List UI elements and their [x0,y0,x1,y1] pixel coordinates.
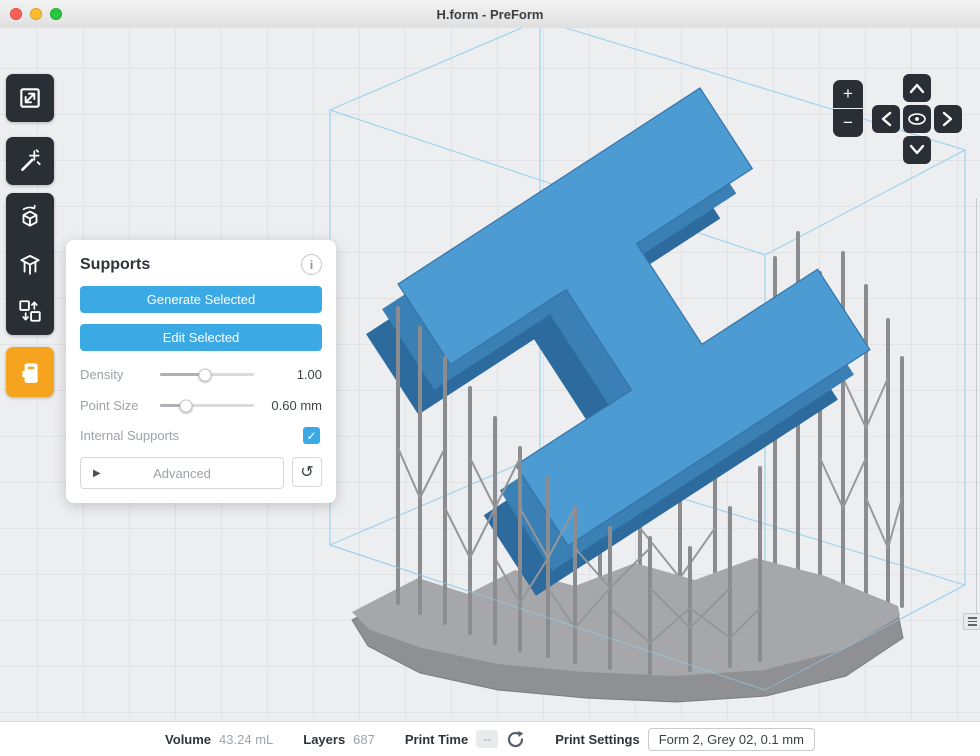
volume-label: Volume [165,732,211,747]
refresh-icon [506,730,525,749]
edit-selected-button[interactable]: Edit Selected [80,324,322,351]
supports-panel: Supports i Generate Selected Edit Select… [66,240,336,503]
traffic-lights [10,8,62,20]
size-tool-button[interactable] [6,74,54,122]
one-click-print-tool-button[interactable] [6,137,54,185]
view-dpad[interactable] [872,74,962,164]
density-slider[interactable] [160,373,254,376]
generate-selected-button[interactable]: Generate Selected [80,286,322,313]
supports-panel-title: Supports [80,256,150,274]
window-titlebar: H.form - PreForm [0,0,980,29]
point-size-value: 0.60 mm [262,398,322,413]
model-h[interactable] [366,88,870,596]
zoom-window-button[interactable] [50,8,62,20]
supports-tool-button[interactable] [6,240,54,287]
density-row: Density 1.00 [80,367,322,382]
play-triangle-icon: ▶ [93,468,101,479]
internal-supports-checkbox[interactable]: ✓ [303,427,320,444]
density-label: Density [80,367,152,382]
refresh-print-time-button[interactable] [506,730,525,749]
print-settings-label: Print Settings [555,732,640,747]
info-icon[interactable]: i [301,254,322,275]
magic-wand-icon [17,148,43,174]
cartridge-icon [17,359,43,385]
orient-cube-icon [17,204,43,230]
preform-window: H.form - PreForm [0,0,980,756]
zoom-in-button[interactable]: + [833,80,863,108]
point-size-slider[interactable] [160,404,254,407]
supports-icon [17,251,43,277]
pan-down-button[interactable] [903,136,931,164]
layers-value: 687 [353,732,375,747]
print-settings-dropdown[interactable]: Form 2, Grey 02, 0.1 mm [648,728,815,751]
size-scale-icon [17,85,43,111]
layer-slider-handle[interactable] [963,613,980,630]
point-size-slider-thumb[interactable] [180,399,193,412]
close-window-button[interactable] [10,8,22,20]
advanced-expander-button[interactable]: ▶ Advanced [80,457,284,489]
layout-tool-button[interactable] [6,288,54,335]
volume-group: Volume 43.24 mL [165,732,273,747]
checkmark-icon: ✓ [306,429,316,443]
zoom-out-button[interactable]: − [833,109,863,137]
internal-supports-row: Internal Supports ✓ [80,427,322,444]
layers-group: Layers 687 [303,732,375,747]
layers-label: Layers [303,732,345,747]
print-time-label: Print Time [405,732,468,747]
print-button[interactable] [6,347,54,397]
pan-up-button[interactable] [903,74,931,102]
density-value: 1.00 [262,367,322,382]
print-time-group: Print Time -- [405,730,525,749]
internal-supports-label: Internal Supports [80,428,179,443]
volume-value: 43.24 mL [219,732,273,747]
point-size-label: Point Size [80,398,152,413]
reset-icon: ↺ [300,462,313,482]
density-slider-thumb[interactable] [199,368,212,381]
tool-group [6,193,54,335]
minimize-window-button[interactable] [30,8,42,20]
print-settings-group: Print Settings Form 2, Grey 02, 0.1 mm [555,728,815,751]
advanced-label: Advanced [153,466,211,481]
orient-tool-button[interactable] [6,193,54,240]
window-title: H.form - PreForm [437,7,544,22]
reset-supports-button[interactable]: ↺ [292,457,322,487]
pan-left-button[interactable] [872,105,900,133]
status-bar: Volume 43.24 mL Layers 687 Print Time --… [0,721,980,756]
layout-swap-icon [17,298,43,324]
print-time-value: -- [476,730,498,748]
zoom-control: + − [833,80,863,137]
pan-right-button[interactable] [934,105,962,133]
layer-slider-track[interactable] [976,198,977,613]
point-size-row: Point Size 0.60 mm [80,398,322,413]
